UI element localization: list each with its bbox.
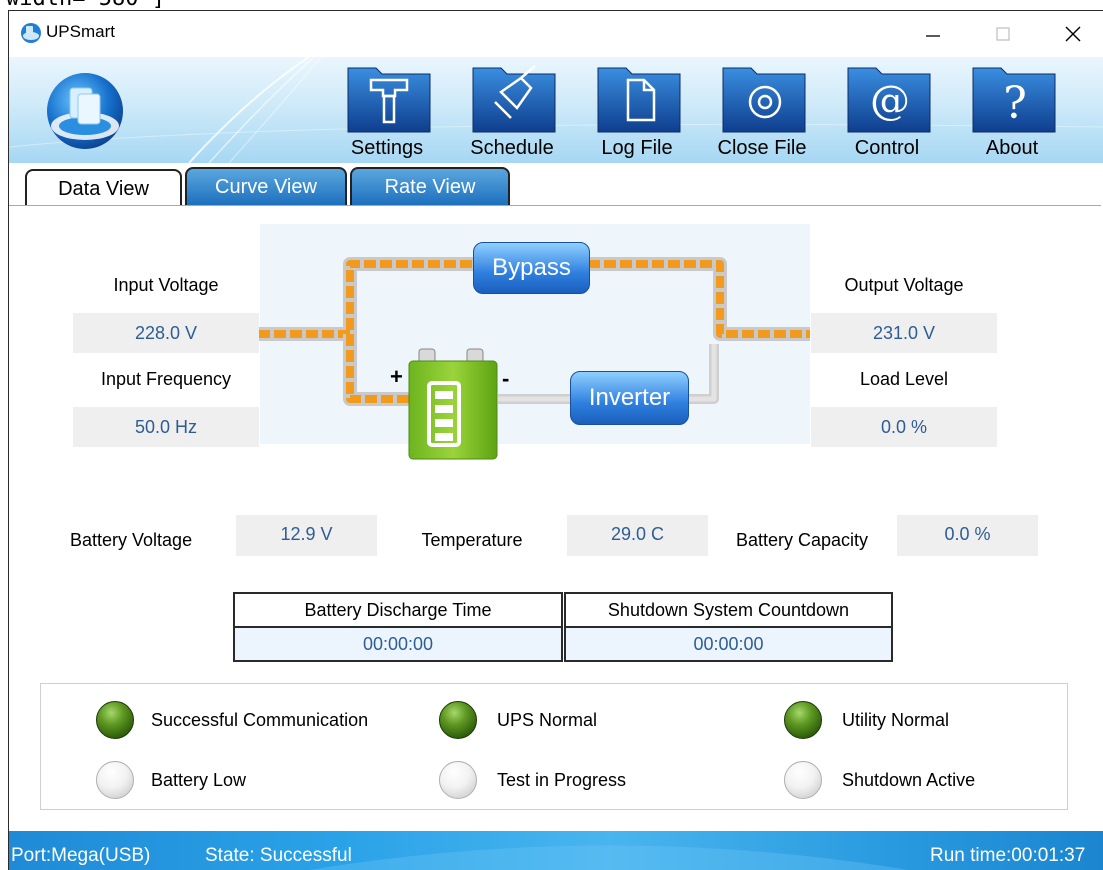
control-button[interactable]: @ Control [840,62,934,164]
communication-status-label: Successful Communication [151,710,369,730]
tab-curve-view[interactable]: Curve View [185,167,347,205]
test-in-progress-led [439,761,477,799]
output-voltage-value: 231.0 V [811,313,997,353]
battery-voltage-label: Battery Voltage [70,530,193,550]
ups-normal-led [439,701,477,739]
close-file-button[interactable]: Close File [715,62,809,164]
close-file-label: Close File [717,137,807,159]
run-time: Run time:00:01:37 [930,845,1086,866]
close-window-button[interactable] [1045,11,1101,57]
settings-label: Settings [350,137,424,159]
test-in-progress-status-label: Test in Progress [497,770,627,790]
tab-rate-view[interactable]: Rate View [350,167,510,205]
input-frequency-value: 50.0 Hz [73,407,259,447]
discharge-time-header: Battery Discharge Time [233,592,563,628]
shutdown-active-led [784,761,822,799]
input-voltage-value: 228.0 V [73,313,259,353]
bypass-label: Bypass [473,242,590,294]
port-status: Port:Mega(USB) [11,845,151,866]
upsmart-logo [47,73,123,149]
battery-capacity-value: 0.0 % [897,515,1038,556]
document-icon [597,67,681,133]
ups-normal-status-label: UPS Normal [497,710,598,730]
battery-low-status-label: Battery Low [151,770,247,790]
about-label: About [985,137,1039,159]
log-file-label: Log File [601,137,673,159]
communication-led [96,701,134,739]
shutdown-countdown-header: Shutdown System Countdown [564,592,893,628]
battery-low-led [96,761,134,799]
shutdown-active-status-label: Shutdown Active [842,770,976,790]
discharge-time-value: 00:00:00 [233,626,563,662]
input-frequency-label: Input Frequency [100,369,232,389]
connection-state: State: Successful [205,845,352,866]
maximize-button[interactable] [975,11,1031,57]
battery-plus-sign: + [390,364,403,389]
window-title: UPSmart [46,22,115,41]
input-voltage-label: Input Voltage [113,275,219,295]
control-label: Control [854,137,920,159]
svg-text:@: @ [870,78,910,124]
battery-voltage-value: 12.9 V [236,515,377,556]
log-file-button[interactable]: Log File [590,62,684,164]
app-logo-icon [21,23,41,43]
temperature-value: 29.0 C [567,515,708,556]
tab-data-view[interactable]: Data View [25,169,182,207]
inverter-label: Inverter [570,371,689,425]
utility-normal-status-label: Utility Normal [842,710,950,730]
disc-icon [722,67,806,133]
schedule-button[interactable]: Schedule [465,62,559,164]
shutdown-countdown-value: 00:00:00 [564,626,893,662]
question-icon: ? [972,67,1056,133]
battery-capacity-label: Battery Capacity [735,530,869,550]
pencil-icon [472,65,556,133]
settings-button[interactable]: Settings [340,62,434,164]
maximize-icon [996,27,1010,41]
minimize-icon [926,35,940,37]
utility-normal-led [784,701,822,739]
close-icon [1065,26,1081,42]
output-voltage-label: Output Voltage [844,275,964,295]
about-button[interactable]: ? About [965,62,1059,164]
battery-minus-sign: - [502,366,510,391]
temperature-label: Temperature [421,530,523,550]
clipped-top-text: width="580"] [0,0,1103,10]
at-icon: @ [847,67,931,133]
minimize-button[interactable] [905,11,961,57]
battery-icon [408,348,498,460]
load-level-value: 0.0 % [811,407,997,447]
schedule-label: Schedule [470,137,554,159]
load-level-label: Load Level [859,369,949,389]
svg-text:?: ? [1003,78,1027,129]
hammer-icon [347,67,431,133]
